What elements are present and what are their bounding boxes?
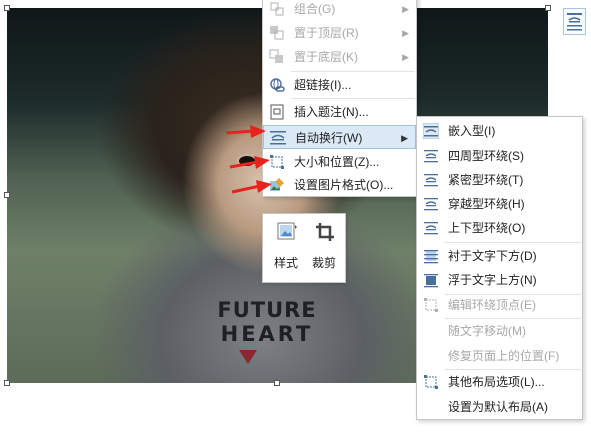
wrap-through[interactable]: 穿越型环绕(H) [417, 192, 582, 216]
wrap-text-icon [270, 131, 286, 145]
annotation-arrow-2 [229, 156, 270, 169]
wrap-through-icon [424, 198, 438, 211]
wrap-inline-icon [423, 123, 439, 139]
menu-item-label: 设置图片格式(O)... [294, 178, 394, 192]
menu-item-label: 组合(G) [294, 2, 336, 16]
crop-button[interactable]: 裁剪 [305, 214, 343, 282]
resize-handle-bottom-left[interactable] [4, 380, 10, 386]
menu-item-label: 穿越型环绕(H) [448, 197, 525, 211]
wrap-top-bottom-icon [424, 222, 438, 235]
menu-item-label: 紧密型环绕(T) [448, 173, 524, 187]
menu-item-format-picture[interactable]: 设置图片格式(O)... [263, 173, 416, 197]
menu-item-label: 编辑环绕顶点(E) [448, 298, 536, 312]
menu-separator [445, 242, 581, 243]
menu-item-label: 其他布局选项(L)... [448, 375, 545, 389]
fix-position-on-page[interactable]: 修复页面上的位置(F) [417, 344, 582, 368]
mini-toolbar: 样式 裁剪 [262, 213, 346, 283]
group-icon [270, 2, 284, 16]
picture-style-icon [277, 222, 297, 240]
shirt-text-line1: FUTURE [217, 298, 317, 322]
send-to-back-icon [269, 49, 283, 63]
wrap-text-submenu: 嵌入型(I) 四周型环绕(S) 紧密型环绕(T) 穿越型环绕(H) 上下型环绕(… [416, 116, 583, 420]
set-as-default-layout[interactable]: 设置为默认布局(A) [417, 395, 582, 419]
edit-wrap-points[interactable]: 编辑环绕顶点(E) [417, 293, 582, 317]
resize-handle-top-left[interactable] [4, 5, 10, 11]
menu-item-label: 置于顶层(R) [294, 26, 359, 40]
layout-options-button[interactable] [563, 8, 586, 35]
move-with-text[interactable]: 随文字移动(M) [417, 319, 582, 343]
menu-separator [291, 98, 415, 99]
menu-item-label: 自动换行(W) [295, 131, 363, 145]
shirt-print: FUTURE HEART [207, 298, 327, 346]
wrap-square[interactable]: 四周型环绕(S) [417, 144, 582, 168]
menu-item-group[interactable]: 组合(G) ▶ [263, 0, 416, 21]
annotation-arrow-1 [225, 125, 266, 138]
menu-item-label: 随文字移动(M) [448, 324, 526, 338]
menu-item-hyperlink[interactable]: 超链接(I)... [263, 73, 416, 97]
menu-separator [291, 71, 415, 72]
menu-item-label: 上下型环绕(O) [448, 221, 526, 235]
menu-item-insert-caption[interactable]: 插入题注(N)... [263, 100, 416, 124]
wrap-inline[interactable]: 嵌入型(I) [417, 119, 582, 143]
menu-item-label: 浮于文字上方(N) [448, 273, 537, 287]
menu-item-label: 置于底层(K) [294, 50, 358, 64]
annotation-arrow-3 [231, 180, 272, 194]
behind-text-icon [424, 250, 438, 264]
menu-item-bring-to-front[interactable]: 置于顶层(R) ▶ [263, 21, 416, 45]
wrap-tight-icon [424, 174, 438, 187]
insert-caption-icon [270, 104, 284, 120]
menu-item-wrap-text[interactable]: 自动换行(W) ▶ [263, 125, 416, 149]
menu-item-label: 插入题注(N)... [294, 105, 369, 119]
menu-item-size-position[interactable]: 大小和位置(Z)... [263, 150, 416, 174]
shirt-heart [239, 350, 257, 364]
crop-icon [316, 223, 334, 241]
bring-to-front-icon [270, 26, 284, 40]
resize-handle-bottom[interactable] [274, 380, 280, 386]
submenu-arrow-icon: ▶ [401, 133, 408, 143]
edit-points-icon [424, 298, 438, 312]
layout-options-icon [567, 13, 582, 31]
in-front-of-text-icon [424, 274, 438, 288]
context-menu: 组合(G) ▶ 置于顶层(R) ▶ 置于底层(K) ▶ 超链接(I)... 插入… [262, 0, 417, 197]
submenu-arrow-icon: ▶ [402, 28, 409, 38]
menu-item-label: 大小和位置(Z)... [294, 155, 380, 169]
menu-item-label: 嵌入型(I) [448, 124, 496, 138]
shirt-text-line2: HEART [220, 322, 314, 346]
resize-handle-top-right[interactable] [545, 5, 551, 11]
menu-item-label: 修复页面上的位置(F) [448, 349, 560, 363]
menu-item-label: 设置为默认布局(A) [448, 400, 548, 414]
menu-item-send-to-back[interactable]: 置于底层(K) ▶ [263, 45, 416, 69]
submenu-arrow-icon: ▶ [402, 52, 409, 62]
wrap-tight[interactable]: 紧密型环绕(T) [417, 168, 582, 192]
menu-item-label: 四周型环绕(S) [448, 149, 524, 163]
submenu-arrow-icon: ▶ [402, 4, 409, 14]
hyperlink-icon [270, 78, 285, 92]
wrap-in-front-of-text[interactable]: 浮于文字上方(N) [417, 268, 582, 292]
crop-button-label: 裁剪 [311, 256, 336, 270]
style-button-label: 样式 [273, 256, 298, 270]
menu-item-label: 超链接(I)... [294, 78, 352, 92]
wrap-square-icon [424, 150, 438, 163]
wrap-behind-text[interactable]: 衬于文字下方(D) [417, 244, 582, 268]
style-button[interactable]: 样式 [267, 214, 305, 282]
wrap-top-bottom[interactable]: 上下型环绕(O) [417, 216, 582, 240]
more-layout-options[interactable]: 其他布局选项(L)... [417, 370, 582, 394]
menu-item-label: 衬于文字下方(D) [448, 249, 537, 263]
resize-handle-left[interactable] [4, 192, 10, 198]
layout-options-icon [424, 375, 438, 389]
